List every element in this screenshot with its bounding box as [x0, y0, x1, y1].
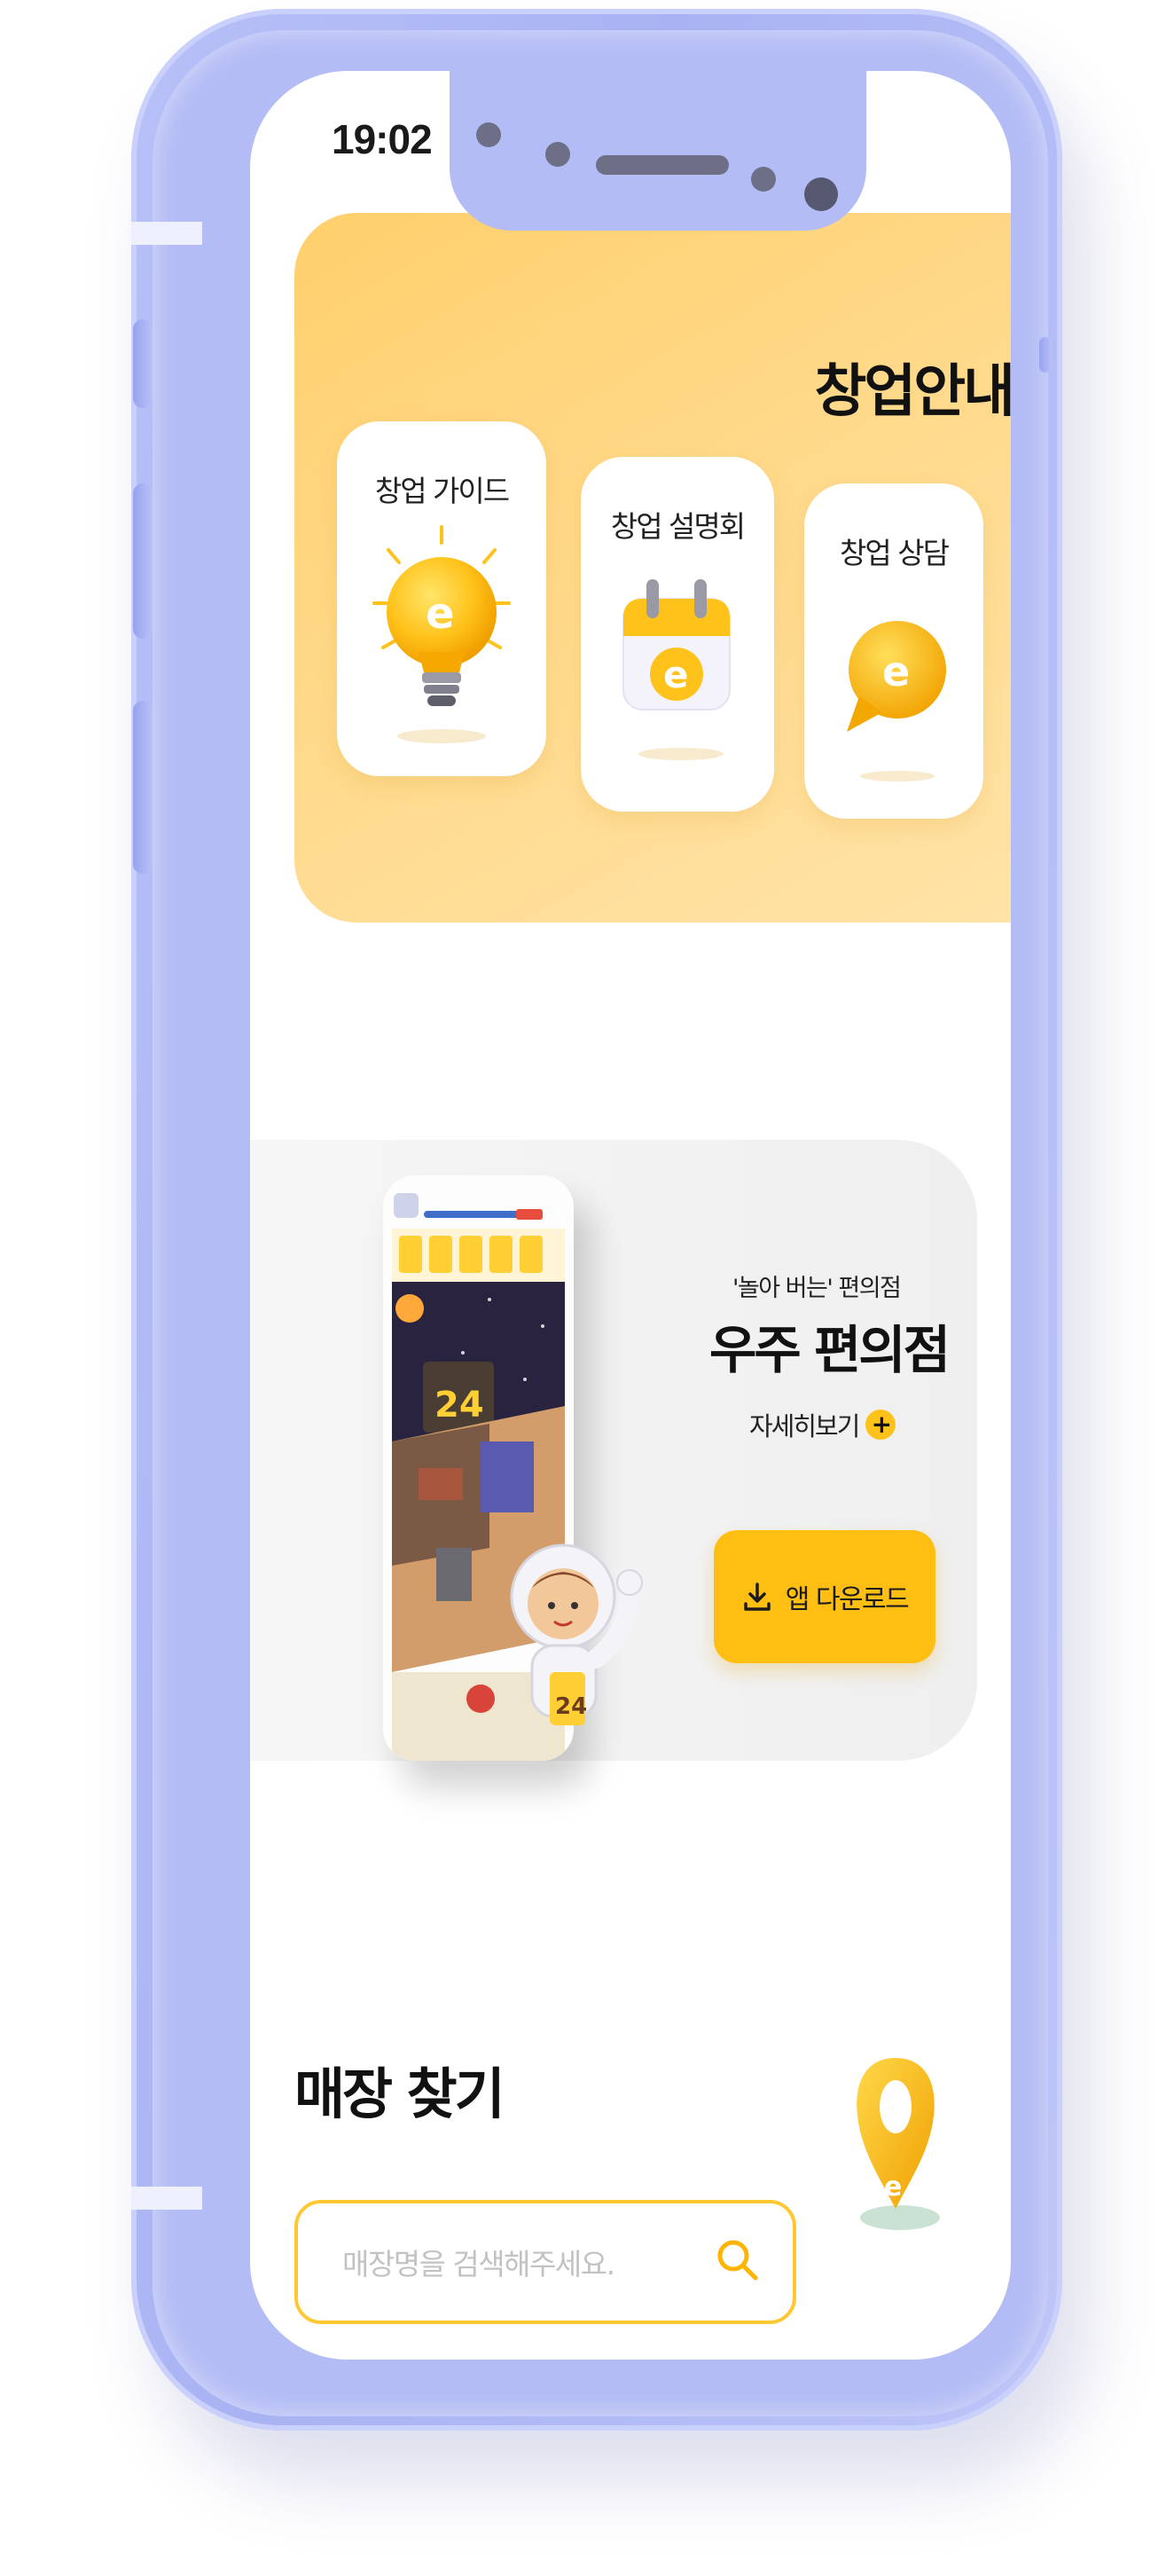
- more-label: 자세히보기: [749, 1411, 860, 1441]
- earpiece-speaker: [596, 155, 729, 175]
- notch: [450, 71, 866, 231]
- mascot-logo-24: 24: [555, 1693, 587, 1720]
- sensor: [476, 122, 501, 147]
- startup-consult-card[interactable]: 창업 상담 e: [804, 483, 983, 819]
- svg-text:e: e: [882, 648, 910, 695]
- promo-subtitle: '놀아 버는' 편의점: [732, 1275, 902, 1302]
- card-label: 창업 설명회: [610, 509, 746, 544]
- side-button-silent: [133, 319, 153, 408]
- download-icon: [743, 1583, 771, 1611]
- card-label: 창업 상담: [840, 536, 950, 570]
- chat-bubble-icon: e: [847, 621, 946, 781]
- game-logo-24: 24: [434, 1385, 484, 1425]
- startup-seminar-card[interactable]: 창업 설명회 e: [581, 457, 774, 812]
- svg-text:e: e: [663, 653, 689, 696]
- side-button-volume-down: [133, 701, 153, 874]
- svg-text:e: e: [426, 589, 455, 639]
- plus-icon: +: [865, 1410, 896, 1440]
- side-button-power: [1039, 337, 1052, 373]
- status-time: 19:02: [332, 116, 433, 162]
- startup-title: 창업안내: [814, 359, 1011, 425]
- startup-guide-card[interactable]: 창업 가이드 e: [337, 421, 546, 776]
- store-search-input[interactable]: [340, 2237, 713, 2290]
- search-icon[interactable]: [713, 2235, 763, 2285]
- promo-title: 우주 편의점: [709, 1320, 951, 1380]
- sensor: [545, 142, 570, 167]
- download-label: 앱 다운로드: [785, 1584, 910, 1615]
- startup-section: 창업안내 창업 가이드 e 창업 설명회 e 창업 상담 e: [294, 213, 1011, 923]
- front-camera: [804, 177, 838, 211]
- astronaut-mascot-illustration: 24: [510, 1543, 643, 1725]
- phone-screen: 19:02 창업안내 창업 가이드 e 창업 설명회 e 창업 상담 e: [250, 71, 1011, 2360]
- side-button-volume-up: [133, 483, 153, 639]
- svg-text:e: e: [884, 2172, 902, 2203]
- promo-more-link[interactable]: 자세히보기 +: [749, 1406, 896, 1443]
- antenna-band: [131, 2187, 202, 2210]
- card-label: 창업 가이드: [374, 474, 510, 508]
- calendar-icon: e: [622, 579, 731, 760]
- sensor: [751, 167, 776, 192]
- map-pin-icon: e: [857, 2058, 940, 2230]
- lightbulb-icon: e: [372, 525, 511, 743]
- store-search-box[interactable]: [294, 2200, 796, 2324]
- antenna-band: [131, 222, 202, 245]
- store-search-title: 매장 찾기: [294, 2062, 505, 2126]
- app-download-button[interactable]: 앱 다운로드: [714, 1530, 935, 1663]
